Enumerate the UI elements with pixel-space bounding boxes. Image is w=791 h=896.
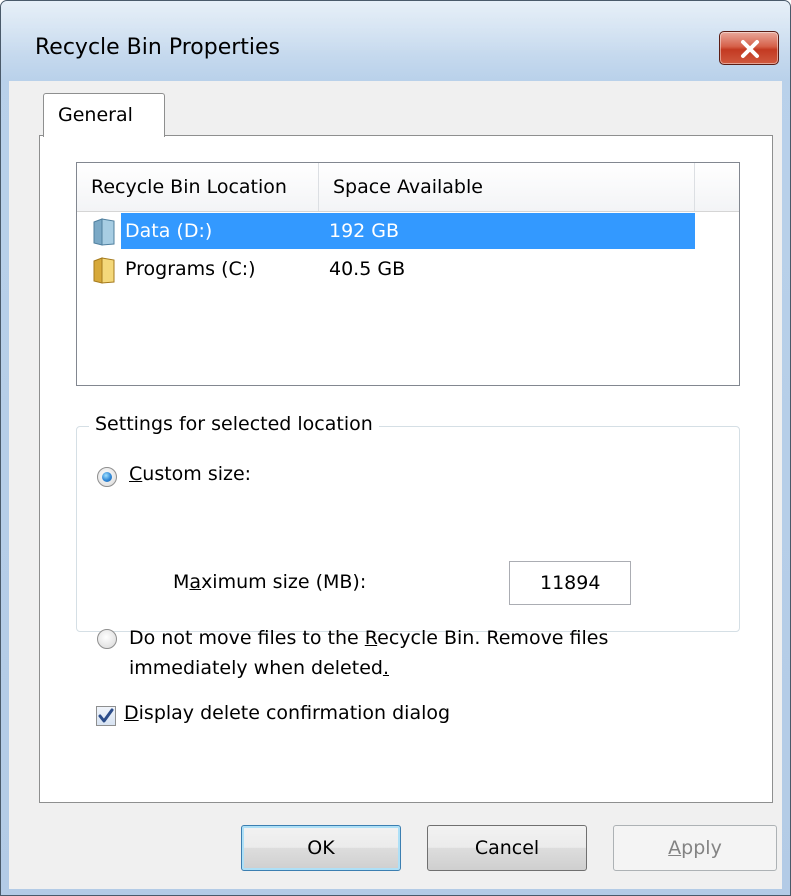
ok-button[interactable]: OK	[241, 825, 401, 871]
space-available: 192 GB	[329, 220, 400, 242]
location-name: Data (D:)	[125, 220, 213, 242]
location-name: Programs (C:)	[125, 258, 256, 280]
checkmark-icon	[98, 708, 114, 723]
tab-general[interactable]: General	[43, 93, 165, 137]
custom-size-radio[interactable]	[97, 467, 117, 487]
list-item[interactable]: Programs (C:) 40.5 GB	[85, 251, 695, 287]
max-size-label-prefix: M	[173, 571, 190, 593]
recycle-bin-location-list[interactable]: Recycle Bin Location Space Available Dat…	[76, 162, 740, 386]
apply-label-text: pply	[681, 837, 722, 859]
no-recycle-radio[interactable]	[97, 629, 117, 649]
display-confirm-label[interactable]: Display delete confirmation dialog	[124, 702, 450, 724]
no-recycle-mnemonic: R	[364, 627, 378, 649]
no-recycle-label[interactable]: Do not move files to the Recycle Bin. Re…	[129, 623, 608, 683]
space-available: 40.5 GB	[329, 258, 406, 280]
drive-folder-icon	[93, 218, 115, 246]
tab-panel-general: Recycle Bin Location Space Available Dat…	[39, 135, 773, 803]
close-button[interactable]	[719, 31, 779, 65]
max-size-input[interactable]: 11894	[509, 561, 631, 605]
apply-mnemonic: A	[668, 837, 682, 859]
custom-size-label[interactable]: Custom size:	[129, 463, 251, 485]
custom-size-mnemonic: C	[129, 463, 143, 485]
column-header-space[interactable]: Space Available	[319, 163, 695, 211]
cancel-button[interactable]: Cancel	[427, 825, 587, 871]
close-icon	[741, 40, 759, 58]
max-size-mnemonic: a	[189, 571, 202, 593]
no-recycle-line2-end: .	[382, 657, 389, 679]
tab-general-label: General	[58, 104, 133, 126]
title-bar[interactable]: Recycle Bin Properties	[1, 1, 790, 81]
settings-group-title: Settings for selected location	[89, 413, 379, 435]
max-size-label-text: ximum size (MB):	[201, 571, 367, 593]
max-size-label: Maximum size (MB):	[173, 571, 366, 593]
column-header-location[interactable]: Recycle Bin Location	[77, 163, 319, 211]
list-item[interactable]: Data (D:) 192 GB	[85, 213, 695, 249]
display-confirm-mnemonic: D	[124, 702, 139, 724]
window-title: Recycle Bin Properties	[35, 35, 281, 60]
folder-icon	[93, 257, 115, 284]
display-confirm-checkbox[interactable]	[96, 706, 116, 726]
column-header-filler	[695, 163, 739, 211]
no-recycle-line2: immediately when deleted	[129, 657, 383, 679]
dialog-client-area: General Recycle Bin Location Space Avail…	[9, 81, 782, 889]
settings-group: Settings for selected location Custom si…	[76, 413, 740, 679]
custom-size-label-text: ustom size:	[142, 463, 252, 485]
no-recycle-line1-rest: ecycle Bin. Remove files	[377, 627, 609, 649]
display-confirm-label-text: isplay delete confirmation dialog	[138, 702, 451, 724]
list-header: Recycle Bin Location Space Available	[77, 163, 739, 212]
apply-button[interactable]: Apply	[613, 825, 777, 871]
dialog-window: Recycle Bin Properties General Recycle B…	[0, 0, 791, 896]
no-recycle-line1-prefix: Do not move files to the	[129, 627, 365, 649]
